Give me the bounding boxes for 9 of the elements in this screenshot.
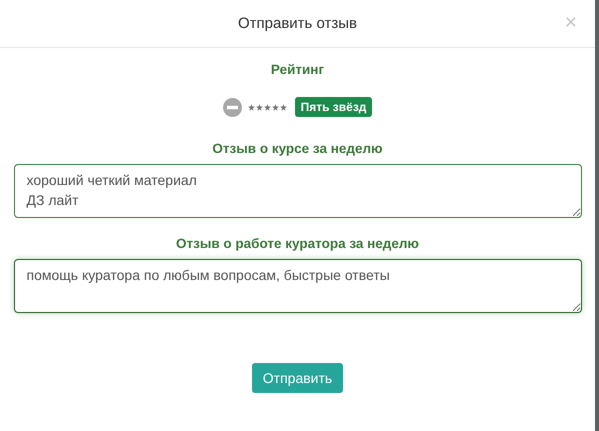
feedback-field[interactable]: хороший четкий материал ДЗ лайт [14,164,582,218]
field-label: Отзыв о курсе за неделю [212,141,383,156]
field-label: Отзыв о работе куратора за неделю [176,236,419,251]
star-rating[interactable] [248,104,287,110]
rating-label: Рейтинг [270,62,324,77]
rating-caption: Пять звёзд [294,97,372,117]
dialog-title: Отправить отзыв [238,15,358,32]
feedback-field[interactable]: помощь куратора по любым вопросам, быстрые ответы [14,259,582,313]
clear-rating-icon[interactable] [222,98,242,116]
